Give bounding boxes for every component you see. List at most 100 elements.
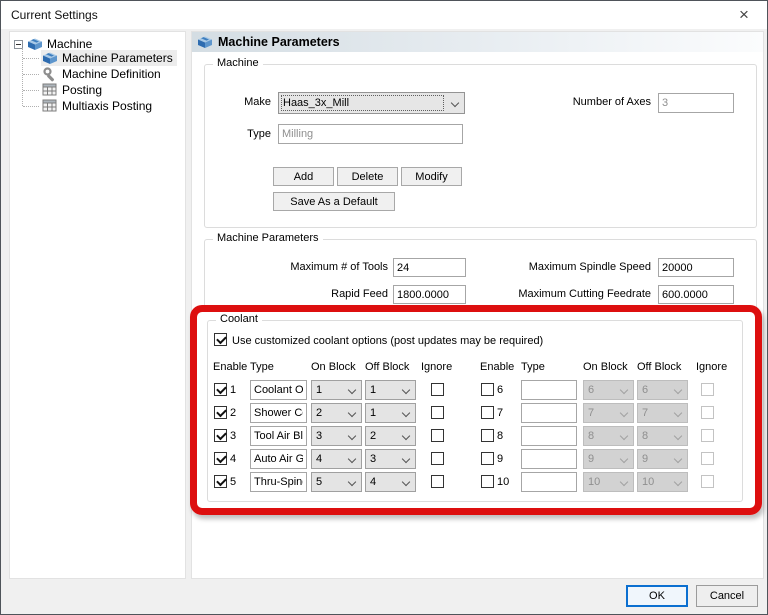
coolant-type-input[interactable] xyxy=(250,380,307,400)
coolant-type-input[interactable] xyxy=(250,449,307,469)
chevron-down-icon xyxy=(347,454,357,464)
coolant-ignore-checkbox[interactable] xyxy=(431,406,444,419)
coolant-enable-checkbox[interactable] xyxy=(214,475,227,488)
type-label: Type xyxy=(247,128,271,140)
off-block-select[interactable]: 3 xyxy=(365,449,416,469)
on-block-select[interactable]: 7 xyxy=(583,403,634,423)
add-button[interactable]: Add xyxy=(273,167,334,186)
chevron-down-icon xyxy=(401,477,411,487)
coolant-enable-checkbox[interactable] xyxy=(481,406,494,419)
number-of-axes-field[interactable] xyxy=(658,93,734,113)
machine-parameters-page: Machine Parameters Machine Make Haas_3x_… xyxy=(190,31,764,579)
coolant-type-input[interactable] xyxy=(250,403,307,423)
max-cutting-feedrate-label: Maximum Cutting Feedrate xyxy=(518,288,651,300)
on-block-select[interactable]: 5 xyxy=(311,472,362,492)
on-block-value: 9 xyxy=(588,453,595,465)
coolant-type-input[interactable] xyxy=(250,426,307,446)
on-block-select[interactable]: 1 xyxy=(311,380,362,400)
coolant-enable-checkbox[interactable] xyxy=(214,429,227,442)
off-block-select[interactable]: 1 xyxy=(365,403,416,423)
coolant-enable-checkbox[interactable] xyxy=(214,452,227,465)
off-block-select[interactable]: 2 xyxy=(365,426,416,446)
chevron-down-icon xyxy=(401,408,411,418)
coolant-ignore-checkbox[interactable] xyxy=(431,383,444,396)
type-field[interactable] xyxy=(278,124,463,144)
on-block-value: 7 xyxy=(588,407,595,419)
delete-button[interactable]: Delete xyxy=(337,167,398,186)
save-as-default-button[interactable]: Save As a Default xyxy=(273,192,395,211)
coolant-enable-checkbox[interactable] xyxy=(214,406,227,419)
cancel-button[interactable]: Cancel xyxy=(696,585,758,607)
coolant-type-input[interactable] xyxy=(521,426,577,446)
coolant-ignore-checkbox[interactable] xyxy=(431,452,444,465)
col-header-off-block: Off Block xyxy=(365,361,410,373)
coolant-enable-checkbox[interactable] xyxy=(481,475,494,488)
chevron-down-icon xyxy=(401,431,411,441)
col-header-on-block: On Block xyxy=(311,361,356,373)
coolant-enable-checkbox[interactable] xyxy=(214,383,227,396)
tree-item-multiaxis-posting[interactable]: Multiaxis Posting xyxy=(41,98,156,114)
tree-item-label: Machine Definition xyxy=(62,67,161,81)
off-block-select[interactable]: 4 xyxy=(365,472,416,492)
chevron-down-icon xyxy=(347,477,357,487)
off-block-value: 1 xyxy=(370,384,377,396)
on-block-select[interactable]: 10 xyxy=(583,472,634,492)
chevron-down-icon xyxy=(673,477,683,487)
chevron-down-icon xyxy=(619,385,629,395)
off-block-value: 8 xyxy=(642,430,649,442)
on-block-select[interactable]: 2 xyxy=(311,403,362,423)
on-block-select[interactable]: 9 xyxy=(583,449,634,469)
coolant-type-input[interactable] xyxy=(250,472,307,492)
coolant-type-input[interactable] xyxy=(521,380,577,400)
use-custom-coolant-checkbox[interactable] xyxy=(214,333,227,346)
max-spindle-speed-label: Maximum Spindle Speed xyxy=(528,261,651,273)
modify-button[interactable]: Modify xyxy=(401,167,462,186)
coolant-row-number: 4 xyxy=(230,453,237,465)
tree-item-machine-definition[interactable]: Machine Definition xyxy=(41,66,165,82)
col-header-enable: Enable xyxy=(213,361,248,373)
max-spindle-speed-field[interactable] xyxy=(658,258,734,277)
chevron-down-icon xyxy=(619,454,629,464)
close-icon[interactable]: × xyxy=(729,3,759,27)
coolant-ignore-checkbox[interactable] xyxy=(431,475,444,488)
chevron-down-icon xyxy=(673,454,683,464)
use-custom-coolant-label: Use customized coolant options (post upd… xyxy=(232,335,544,347)
chevron-down-icon xyxy=(450,98,460,108)
coolant-type-input[interactable] xyxy=(521,403,577,423)
on-block-select[interactable]: 4 xyxy=(311,449,362,469)
off-block-value: 6 xyxy=(642,384,649,396)
on-block-select[interactable]: 3 xyxy=(311,426,362,446)
coolant-ignore-checkbox xyxy=(701,452,714,465)
make-select[interactable]: Haas_3x_Mill xyxy=(278,92,465,114)
tree-item-machine-parameters[interactable]: Machine Parameters xyxy=(41,50,177,66)
tree-connector-line xyxy=(22,48,23,106)
coolant-type-input[interactable] xyxy=(521,472,577,492)
off-block-select[interactable]: 9 xyxy=(637,449,688,469)
off-block-select[interactable]: 6 xyxy=(637,380,688,400)
tree-item-posting[interactable]: Posting xyxy=(41,82,106,98)
max-cutting-feedrate-field[interactable] xyxy=(658,285,734,304)
coolant-row-number: 6 xyxy=(497,384,504,396)
off-block-value: 7 xyxy=(642,407,649,419)
off-block-value: 9 xyxy=(642,453,649,465)
page-header-bar: Machine Parameters xyxy=(192,32,763,52)
off-block-select[interactable]: 8 xyxy=(637,426,688,446)
off-block-select[interactable]: 7 xyxy=(637,403,688,423)
coolant-enable-checkbox[interactable] xyxy=(481,429,494,442)
coolant-row: 3 3 2 8 8 8 xyxy=(208,426,742,446)
rapid-feed-label: Rapid Feed xyxy=(331,288,388,300)
on-block-select[interactable]: 8 xyxy=(583,426,634,446)
window-title: Current Settings xyxy=(11,8,98,22)
off-block-select[interactable]: 1 xyxy=(365,380,416,400)
make-label: Make xyxy=(244,96,271,108)
chevron-down-icon xyxy=(619,408,629,418)
machine-parameters-group-title: Machine Parameters xyxy=(213,232,323,244)
coolant-ignore-checkbox[interactable] xyxy=(431,429,444,442)
off-block-select[interactable]: 10 xyxy=(637,472,688,492)
ok-button[interactable]: OK xyxy=(626,585,688,607)
number-of-axes-label: Number of Axes xyxy=(572,96,651,108)
coolant-enable-checkbox[interactable] xyxy=(481,452,494,465)
coolant-type-input[interactable] xyxy=(521,449,577,469)
on-block-select[interactable]: 6 xyxy=(583,380,634,400)
coolant-enable-checkbox[interactable] xyxy=(481,383,494,396)
